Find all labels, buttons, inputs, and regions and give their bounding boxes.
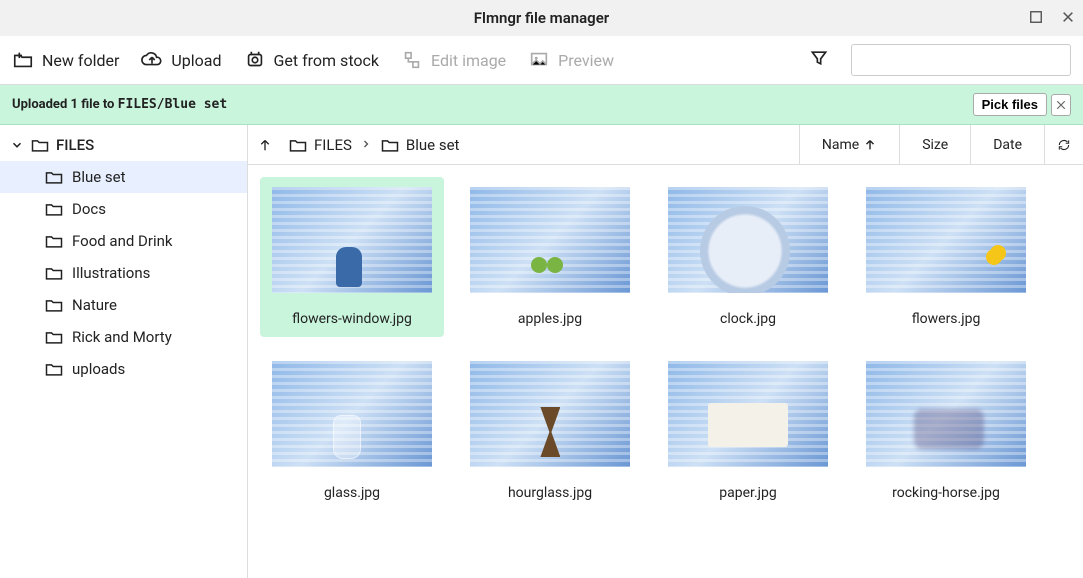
file-thumbnail[interactable]: rocking-horse.jpg bbox=[854, 351, 1038, 511]
thumbnail-image bbox=[668, 361, 828, 467]
folder-icon bbox=[44, 295, 64, 315]
file-thumbnail[interactable]: clock.jpg bbox=[656, 177, 840, 337]
sort-size-label: Size bbox=[922, 137, 948, 153]
file-grid: flowers-window.jpg apples.jpg clock.jpg flo… bbox=[248, 165, 1083, 578]
folder-icon bbox=[380, 135, 400, 155]
upload-notification: Uploaded 1 file to FILES/Blue set Pick f… bbox=[0, 85, 1083, 125]
new-folder-button[interactable]: New folder bbox=[12, 49, 119, 71]
file-thumbnail[interactable]: flowers.jpg bbox=[854, 177, 1038, 337]
sidebar-item[interactable]: uploads bbox=[0, 353, 247, 385]
file-name-label: hourglass.jpg bbox=[508, 485, 592, 501]
tree-root[interactable]: FILES bbox=[0, 129, 247, 161]
preview-button: Preview bbox=[528, 49, 614, 71]
get-from-stock-button[interactable]: Get from stock bbox=[244, 49, 379, 71]
edit-image-label: Edit image bbox=[431, 51, 506, 70]
breadcrumb-root[interactable]: FILES bbox=[288, 135, 352, 155]
file-name-label: rocking-horse.jpg bbox=[892, 485, 1000, 501]
refresh-button[interactable] bbox=[1045, 125, 1083, 164]
file-thumbnail[interactable]: glass.jpg bbox=[260, 351, 444, 511]
sidebar-item[interactable]: Blue set bbox=[0, 161, 247, 193]
sort-date-label: Date bbox=[993, 137, 1022, 153]
breadcrumb-current[interactable]: Blue set bbox=[380, 135, 460, 155]
window-maximize-icon[interactable] bbox=[1029, 9, 1043, 28]
sidebar-item[interactable]: Docs bbox=[0, 193, 247, 225]
file-name-label: clock.jpg bbox=[720, 311, 776, 327]
breadcrumb: FILES Blue set bbox=[282, 135, 799, 155]
folder-icon bbox=[44, 263, 64, 283]
arrow-up-icon bbox=[863, 138, 877, 152]
sidebar-item-label: Illustrations bbox=[72, 264, 150, 282]
thumbnail-image bbox=[470, 187, 630, 293]
sidebar-item[interactable]: Food and Drink bbox=[0, 225, 247, 257]
get-from-stock-label: Get from stock bbox=[274, 51, 379, 70]
folder-icon bbox=[44, 199, 64, 219]
notification-path: FILES/Blue set bbox=[118, 97, 228, 112]
file-thumbnail[interactable]: hourglass.jpg bbox=[458, 351, 642, 511]
folder-icon bbox=[288, 135, 308, 155]
notification-message: Uploaded 1 file to FILES/Blue set bbox=[12, 97, 227, 112]
sort-name-label: Name bbox=[822, 137, 859, 153]
edit-image-button: Edit image bbox=[401, 49, 506, 71]
titlebar: Flmngr file manager bbox=[0, 0, 1083, 36]
content-pane: FILES Blue set Name Size Date bbox=[248, 125, 1083, 578]
folder-icon bbox=[44, 359, 64, 379]
file-name-label: glass.jpg bbox=[324, 485, 380, 501]
sort-size-button[interactable]: Size bbox=[900, 125, 971, 164]
sort-date-button[interactable]: Date bbox=[971, 125, 1045, 164]
sidebar-item-label: Docs bbox=[72, 200, 106, 218]
toolbar: New folder Upload Get from stock Edit im… bbox=[0, 36, 1083, 85]
file-thumbnail[interactable]: flowers-window.jpg bbox=[260, 177, 444, 337]
thumbnail-image bbox=[866, 187, 1026, 293]
sidebar-item-label: Blue set bbox=[72, 168, 126, 186]
pick-files-button[interactable]: Pick files bbox=[973, 93, 1047, 116]
sidebar-item[interactable]: Rick and Morty bbox=[0, 321, 247, 353]
sort-name-button[interactable]: Name bbox=[800, 125, 900, 164]
sidebar-item-label: uploads bbox=[72, 360, 125, 378]
go-up-button[interactable] bbox=[248, 136, 282, 154]
chevron-down-icon bbox=[10, 138, 24, 152]
breadcrumb-root-label: FILES bbox=[314, 136, 352, 154]
notification-close-button[interactable] bbox=[1051, 94, 1071, 116]
upload-button[interactable]: Upload bbox=[141, 49, 221, 71]
thumbnail-image bbox=[668, 187, 828, 293]
file-name-label: flowers-window.jpg bbox=[292, 311, 412, 327]
content-header: FILES Blue set Name Size Date bbox=[248, 125, 1083, 165]
thumbnail-image bbox=[272, 361, 432, 467]
sidebar-item-label: Food and Drink bbox=[72, 232, 173, 250]
file-name-label: apples.jpg bbox=[518, 311, 582, 327]
refresh-icon bbox=[1057, 138, 1071, 152]
folder-icon bbox=[44, 231, 64, 251]
window-close-icon[interactable] bbox=[1061, 9, 1075, 28]
folder-icon bbox=[30, 135, 50, 155]
filter-icon[interactable] bbox=[809, 48, 829, 72]
thumbnail-image bbox=[866, 361, 1026, 467]
notification-prefix: Uploaded 1 file to bbox=[12, 97, 118, 112]
folder-icon bbox=[44, 327, 64, 347]
window-title: Flmngr file manager bbox=[474, 9, 609, 27]
new-folder-label: New folder bbox=[42, 51, 119, 70]
sidebar-item[interactable]: Nature bbox=[0, 289, 247, 321]
sidebar-item-label: Rick and Morty bbox=[72, 328, 172, 346]
upload-label: Upload bbox=[171, 51, 221, 70]
tree-root-label: FILES bbox=[56, 136, 94, 154]
file-name-label: paper.jpg bbox=[719, 485, 776, 501]
file-thumbnail[interactable]: apples.jpg bbox=[458, 177, 642, 337]
thumbnail-image bbox=[470, 361, 630, 467]
sidebar-item-label: Nature bbox=[72, 296, 117, 314]
sidebar: FILES Blue set Docs Food and Drink Illustra… bbox=[0, 125, 248, 578]
sidebar-item[interactable]: Illustrations bbox=[0, 257, 247, 289]
folder-icon bbox=[44, 167, 64, 187]
file-name-label: flowers.jpg bbox=[912, 311, 981, 327]
file-thumbnail[interactable]: paper.jpg bbox=[656, 351, 840, 511]
chevron-right-icon bbox=[360, 136, 372, 154]
preview-label: Preview bbox=[558, 51, 614, 70]
search-input[interactable] bbox=[851, 44, 1071, 76]
thumbnail-image bbox=[272, 187, 432, 293]
breadcrumb-current-label: Blue set bbox=[406, 136, 460, 154]
